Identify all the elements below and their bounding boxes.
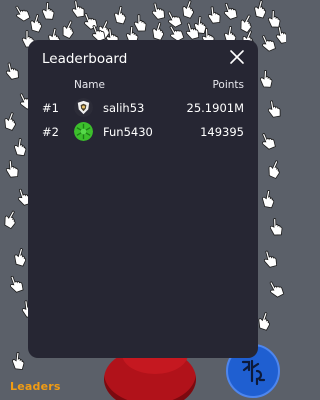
column-header-points: Points <box>212 79 244 91</box>
cursor-sprite <box>257 130 280 155</box>
rank-label: #1 <box>42 101 59 115</box>
leaderboard-row: #1 salih53 25.1901M <box>28 97 258 119</box>
panel-title: Leaderboard <box>42 51 128 67</box>
cursor-sprite <box>264 99 283 121</box>
shield-avatar-icon <box>74 98 93 117</box>
player-points: 149395 <box>200 125 244 139</box>
cursor-sprite <box>5 273 27 297</box>
player-name: Fun5430 <box>103 125 153 139</box>
cursor-sprite <box>0 110 21 134</box>
cursor-sprite <box>0 207 22 232</box>
cursor-sprite <box>263 158 286 183</box>
cursor-sprite <box>258 189 278 212</box>
player-name: salih53 <box>103 101 145 115</box>
cursor-sprite <box>257 70 274 91</box>
column-header-name: Name <box>74 79 105 91</box>
cursor-sprite <box>2 60 22 83</box>
rank-label: #2 <box>42 125 59 139</box>
rune-icon <box>241 359 266 386</box>
cursor-sprite <box>9 351 27 373</box>
cursor-sprite <box>39 1 56 22</box>
cursor-sprite <box>260 248 281 271</box>
close-icon <box>230 50 244 64</box>
cursor-sprite <box>268 218 285 239</box>
cursor-sprite <box>110 5 130 28</box>
green-leaf-avatar-icon <box>74 122 93 141</box>
leaderboard-panel: Leaderboard Name Points #1 salih53 25.19… <box>28 40 258 358</box>
cursor-sprite <box>264 277 286 302</box>
player-points: 25.1901M <box>186 101 244 115</box>
leaders-button[interactable]: Leaders <box>10 380 61 393</box>
cursor-sprite <box>11 137 30 159</box>
leaderboard-row: #2 Fun5430 149395 <box>28 121 258 143</box>
cursor-sprite <box>3 159 21 180</box>
close-button[interactable] <box>228 48 246 66</box>
